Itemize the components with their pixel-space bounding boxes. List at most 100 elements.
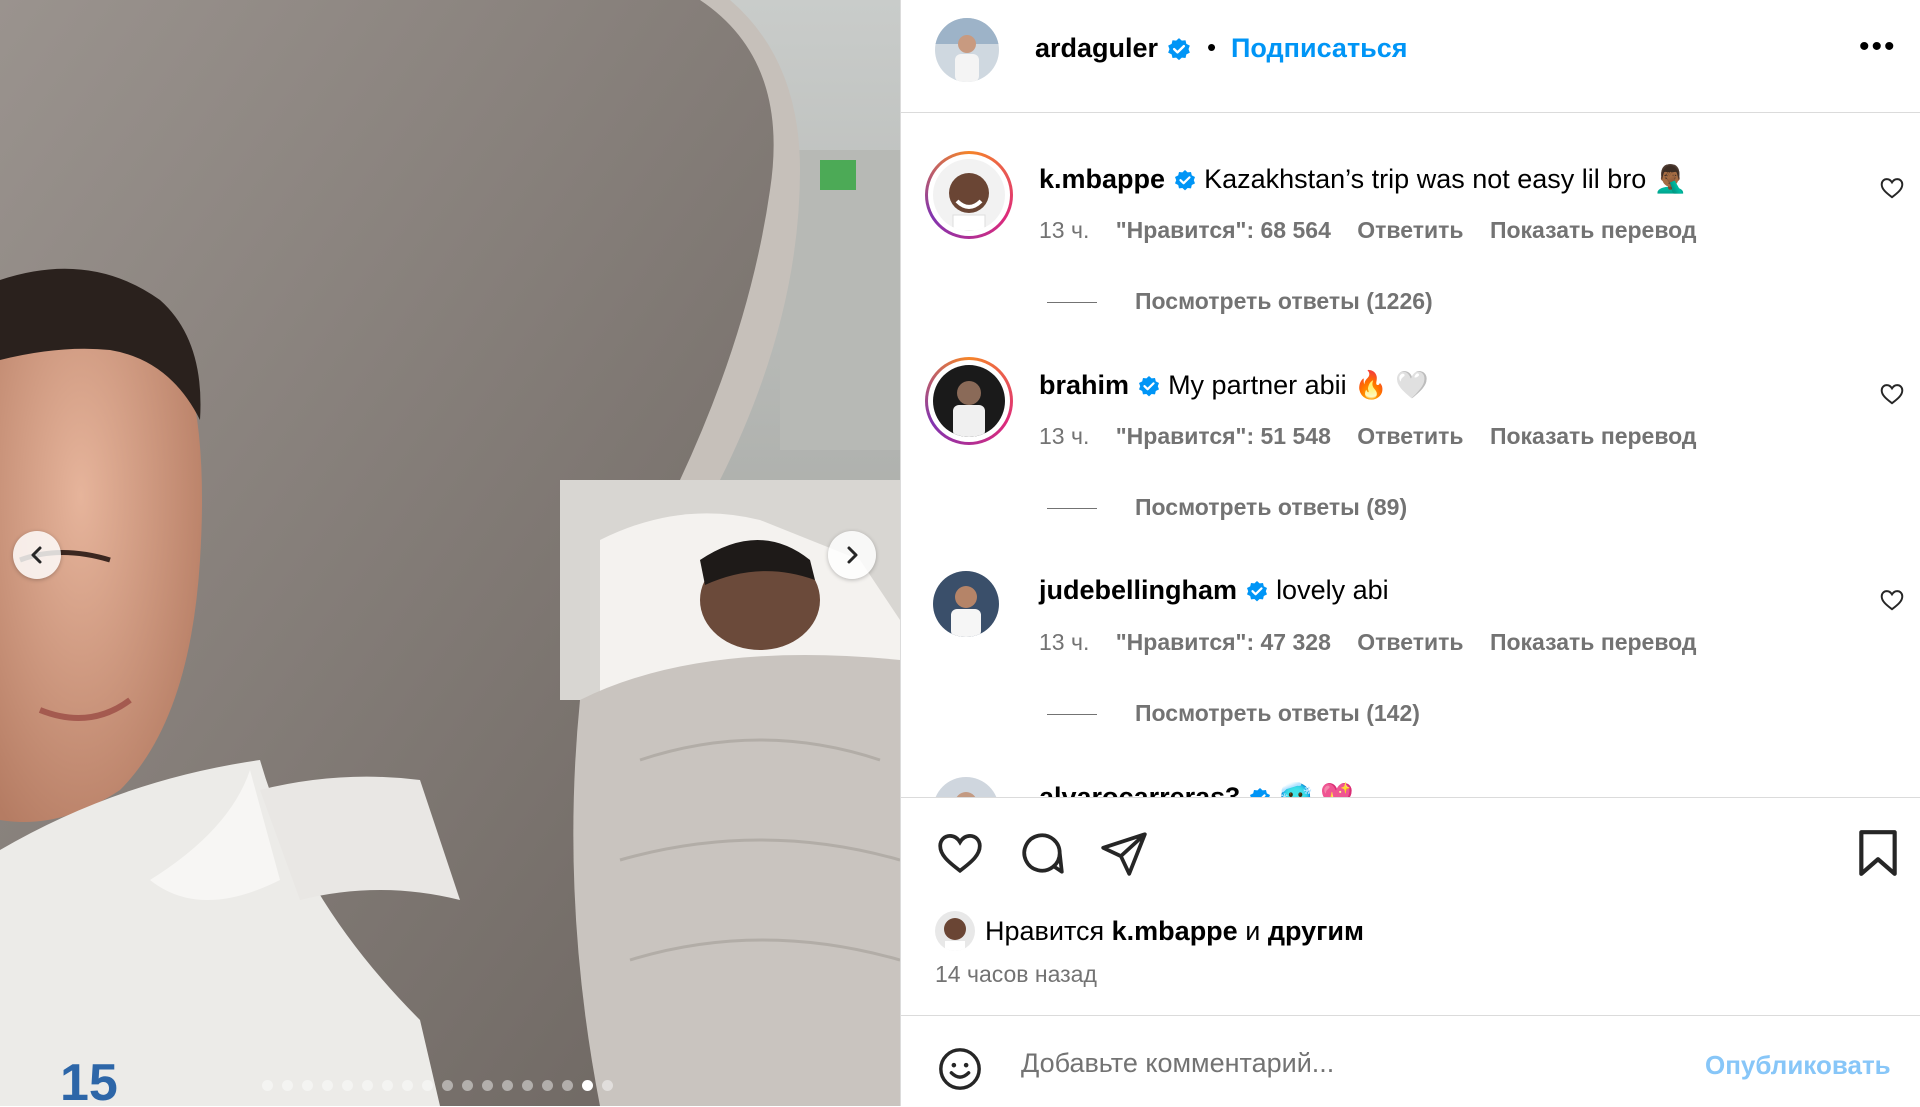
- comment-body: My partner abii 🔥 🤍: [1168, 370, 1429, 400]
- comment-body: lovely abi: [1276, 575, 1389, 605]
- chevron-left-icon: [31, 546, 42, 564]
- view-replies-button[interactable]: Посмотреть ответы (1226): [1047, 288, 1433, 315]
- comment-item: alvarocarreras3 🥶 💖: [901, 731, 1920, 797]
- carousel-dot: [502, 1080, 513, 1091]
- carousel-dot: [422, 1080, 433, 1091]
- carousel-next-button[interactable]: [828, 531, 876, 579]
- liker-avatar[interactable]: [935, 911, 975, 951]
- emoji-smile-icon[interactable]: [937, 1046, 983, 1092]
- commenter-avatar[interactable]: [933, 571, 999, 637]
- commenter-username[interactable]: alvarocarreras3: [1039, 782, 1240, 797]
- comment-time[interactable]: 13 ч.: [1039, 217, 1089, 243]
- post-time[interactable]: 14 часов назад: [935, 961, 1097, 988]
- show-translation-button[interactable]: Показать перевод: [1490, 217, 1697, 243]
- share-send-icon[interactable]: [1099, 828, 1149, 878]
- carousel-dot: [562, 1080, 573, 1091]
- comment-composer: Опубликовать: [901, 1015, 1920, 1107]
- reply-button[interactable]: Ответить: [1357, 217, 1463, 243]
- view-replies-button[interactable]: Посмотреть ответы (89): [1047, 494, 1407, 521]
- comment-heart-icon[interactable]: [1879, 381, 1905, 407]
- save-bookmark-icon[interactable]: [1855, 828, 1901, 878]
- comment-meta: 13 ч. "Нравится": 47 328 Ответить Показа…: [1039, 629, 1717, 656]
- comment-input[interactable]: [1019, 1036, 1723, 1090]
- more-options-button[interactable]: •••: [1859, 30, 1897, 64]
- likes-others[interactable]: другим: [1268, 916, 1364, 946]
- author-username[interactable]: ardaguler: [1035, 33, 1192, 64]
- commenter-username[interactable]: k.mbappe: [1039, 164, 1165, 194]
- comment-text: judebellingham lovely abi: [1039, 575, 1389, 606]
- publish-button[interactable]: Опубликовать: [1705, 1050, 1891, 1081]
- commenter-avatar[interactable]: [933, 365, 1005, 437]
- carousel-dot: [362, 1080, 373, 1091]
- comment-likes-count[interactable]: "Нравится": 68 564: [1116, 217, 1331, 243]
- post-header: ardaguler • Подписаться •••: [901, 0, 1920, 113]
- comment-item: brahim My partner abii 🔥 🤍 13 ч. "Нравит…: [901, 319, 1920, 525]
- comment-body: Kazakhstan’s trip was not easy lil bro 🤦…: [1204, 164, 1688, 194]
- comment-likes-count[interactable]: "Нравится": 47 328: [1116, 629, 1331, 655]
- comment-text: alvarocarreras3 🥶 💖: [1039, 781, 1354, 797]
- view-replies-text: Посмотреть ответы (142): [1135, 700, 1420, 726]
- verified-badge-icon: [1174, 169, 1195, 191]
- verified-badge-icon: [1167, 37, 1190, 61]
- post-actions: Нравится k.mbappe и другим 14 часов наза…: [901, 797, 1920, 1015]
- comment-item: judebellingham lovely abi 13 ч. "Нравитс…: [901, 525, 1920, 731]
- comment-time[interactable]: 13 ч.: [1039, 629, 1089, 655]
- view-replies-text: Посмотреть ответы (1226): [1135, 288, 1433, 314]
- carousel-dot: [302, 1080, 313, 1091]
- comment-body: 🥶 💖: [1279, 782, 1354, 797]
- likes-middle: и: [1245, 916, 1261, 946]
- like-heart-icon[interactable]: [935, 828, 985, 878]
- comment-text: brahim My partner abii 🔥 🤍: [1039, 369, 1429, 401]
- likes-prefix: Нравится: [985, 916, 1105, 946]
- carousel-dot: [442, 1080, 453, 1091]
- carousel-dot: [402, 1080, 413, 1091]
- commenter-username[interactable]: judebellingham: [1039, 575, 1237, 605]
- carousel-dot: [602, 1080, 613, 1091]
- author-avatar[interactable]: [935, 18, 999, 82]
- verified-badge-icon: [1249, 787, 1270, 797]
- carousel-dot: [582, 1080, 593, 1091]
- author-username-text[interactable]: ardaguler: [1035, 33, 1158, 63]
- verified-badge-icon: [1246, 580, 1267, 602]
- carousel-dot: [282, 1080, 293, 1091]
- carousel-dot: [522, 1080, 533, 1091]
- carousel-dot: [462, 1080, 473, 1091]
- carousel-dot: [262, 1080, 273, 1091]
- carousel-dot: [382, 1080, 393, 1091]
- comment-meta: 13 ч. "Нравится": 68 564 Ответить Показа…: [1039, 217, 1717, 244]
- commenter-username[interactable]: brahim: [1039, 370, 1129, 400]
- carousel-dot: [542, 1080, 553, 1091]
- reply-button[interactable]: Ответить: [1357, 423, 1463, 449]
- view-replies-text: Посмотреть ответы (89): [1135, 494, 1408, 520]
- reply-button[interactable]: Ответить: [1357, 629, 1463, 655]
- view-replies-button[interactable]: Посмотреть ответы (142): [1047, 700, 1420, 727]
- comment-bubble-icon[interactable]: [1017, 828, 1067, 878]
- post-photo[interactable]: 15: [0, 0, 900, 1106]
- verified-badge-icon: [1138, 375, 1159, 397]
- carousel-indicator: [262, 1080, 613, 1091]
- likes-user[interactable]: k.mbappe: [1112, 916, 1238, 946]
- commenter-avatar[interactable]: [933, 159, 1005, 231]
- comment-heart-icon[interactable]: [1879, 587, 1905, 613]
- show-translation-button[interactable]: Показать перевод: [1490, 629, 1697, 655]
- commenter-avatar[interactable]: [933, 777, 999, 797]
- comments-list[interactable]: k.mbappe Kazakhstan’s trip was not easy …: [901, 113, 1920, 797]
- show-translation-button[interactable]: Показать перевод: [1490, 423, 1697, 449]
- comment-meta: 13 ч. "Нравится": 51 548 Ответить Показа…: [1039, 423, 1717, 450]
- header-separator: •: [1207, 32, 1217, 62]
- follow-button[interactable]: Подписаться: [1231, 33, 1408, 64]
- carousel-dot: [482, 1080, 493, 1091]
- comment-heart-icon[interactable]: [1879, 175, 1905, 201]
- chevron-right-icon: [847, 546, 858, 564]
- comment-likes-count[interactable]: "Нравится": 51 548: [1116, 423, 1331, 449]
- post-sidebar: ardaguler • Подписаться ••• k.mbappe Kaz…: [900, 0, 1920, 1106]
- photo-scene: 15: [0, 0, 900, 1106]
- comment-text: k.mbappe Kazakhstan’s trip was not easy …: [1039, 163, 1687, 195]
- comment-item: k.mbappe Kazakhstan’s trip was not easy …: [901, 113, 1920, 319]
- carousel-dot: [322, 1080, 333, 1091]
- comment-time[interactable]: 13 ч.: [1039, 423, 1089, 449]
- likes-summary[interactable]: Нравится k.mbappe и другим: [985, 916, 1364, 947]
- svg-text:15: 15: [60, 1054, 118, 1106]
- carousel-dot: [342, 1080, 353, 1091]
- carousel-prev-button[interactable]: [13, 531, 61, 579]
